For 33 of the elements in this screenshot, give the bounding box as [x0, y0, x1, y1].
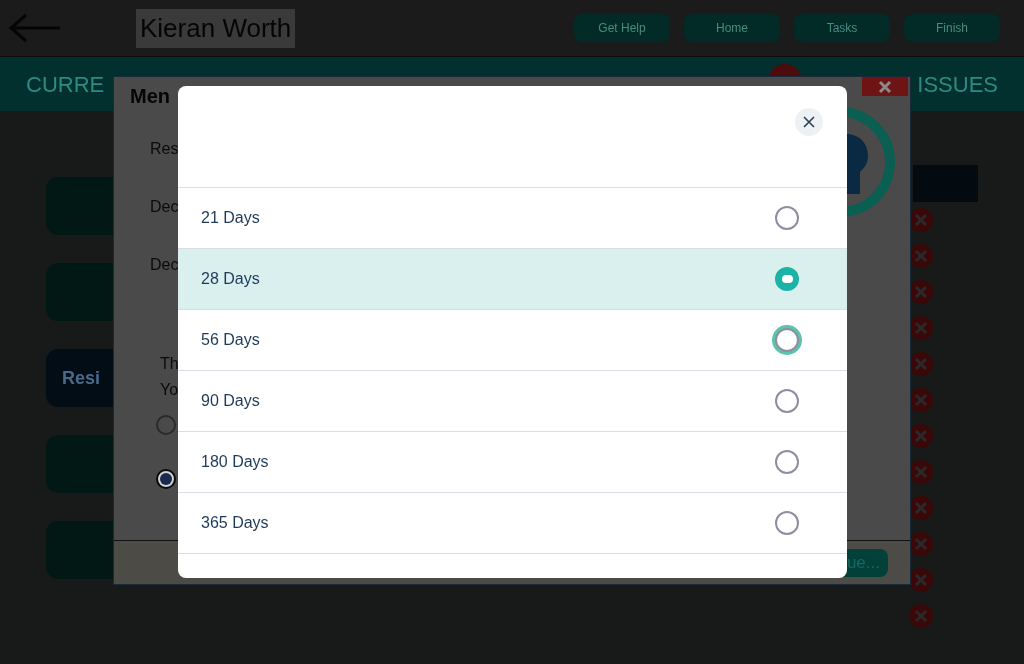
delete-icon[interactable]	[909, 208, 933, 232]
close-icon	[878, 79, 892, 94]
delete-icon[interactable]	[909, 352, 933, 376]
delete-icon[interactable]	[909, 280, 933, 304]
close-icon	[803, 116, 815, 128]
radio-button[interactable]	[775, 389, 799, 413]
nav-button[interactable]: Tasks	[794, 14, 890, 42]
dialog-title: Men	[130, 84, 170, 109]
radio-button[interactable]	[156, 469, 176, 489]
delete-icon[interactable]	[909, 604, 933, 628]
banner-text: CURRE	[26, 70, 105, 99]
close-button[interactable]	[795, 108, 823, 136]
radio-button[interactable]	[775, 511, 799, 535]
nav-button[interactable]: Get Help	[574, 14, 670, 42]
delete-icon[interactable]	[909, 568, 933, 592]
delete-icon[interactable]	[909, 532, 933, 556]
radio-button[interactable]	[156, 415, 176, 435]
banner-text: ISSUES	[917, 70, 998, 99]
radio-button[interactable]	[775, 450, 799, 474]
nav-button[interactable]: Finish	[904, 14, 1000, 42]
option-row[interactable]: 28 Days	[178, 249, 847, 310]
delete-icon[interactable]	[909, 388, 933, 412]
dialog-label: Res	[150, 139, 179, 159]
nav-button[interactable]: Home	[684, 14, 780, 42]
delete-icon[interactable]	[909, 460, 933, 484]
delete-icon[interactable]	[909, 424, 933, 448]
radio-button[interactable]	[775, 206, 799, 230]
dialog-label: Dec	[150, 255, 179, 275]
delete-icon[interactable]	[909, 496, 933, 520]
delete-icon[interactable]	[909, 244, 933, 268]
delete-icon[interactable]	[909, 316, 933, 340]
dialog-label: Dec	[150, 197, 179, 217]
radio-button[interactable]	[775, 267, 799, 291]
